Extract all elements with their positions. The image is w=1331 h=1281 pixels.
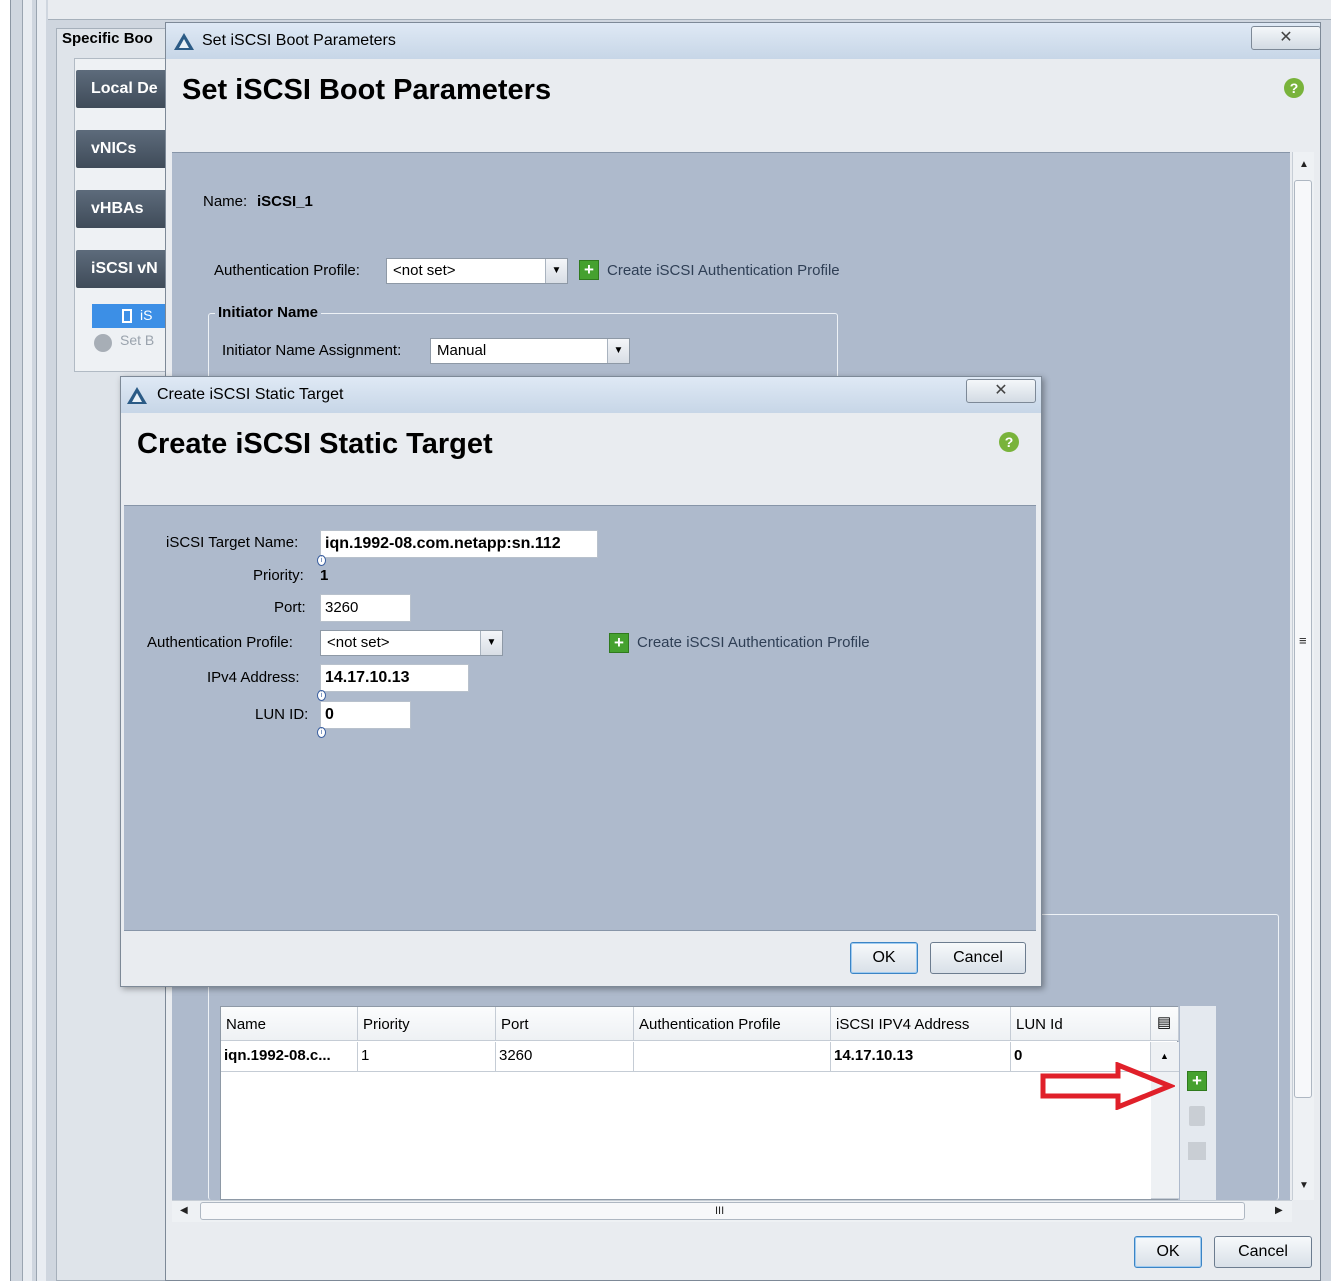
target-name-input[interactable]: iqn.1992-08.com.netapp:sn.112 [320, 530, 598, 558]
tree-item-label: Set B [120, 332, 155, 348]
auth-profile-label: Authentication Profile: [147, 634, 293, 651]
static-target-table: Name Priority Port Authentication Profil… [220, 1006, 1179, 1200]
auth-profile-label: Authentication Profile: [214, 262, 360, 279]
priority-value: 1 [320, 567, 329, 584]
specific-boot-legend: Specific Boo [62, 30, 153, 47]
tree-item-iscsi-selected[interactable]: iS [92, 304, 172, 328]
create-auth-profile-link[interactable]: Create iSCSI Authentication Profile [637, 634, 870, 651]
ipv4-input[interactable]: 14.17.10.13 [320, 664, 469, 692]
auth-profile-select[interactable]: <not set> ▼ [386, 258, 568, 284]
target-dialog-heading: Create iSCSI Static Target [137, 428, 493, 460]
add-target-icon[interactable]: + [1187, 1071, 1207, 1091]
port-label: Port: [274, 599, 306, 616]
target-ok-button[interactable]: OK [850, 942, 918, 974]
scroll-left-icon[interactable]: ◀ [180, 1205, 188, 1216]
ipv4-label: IPv4 Address: [207, 669, 300, 686]
dropdown-arrow-icon: ▼ [480, 631, 502, 655]
scroll-up-icon[interactable]: ▲ [1299, 159, 1309, 170]
initiator-name-legend: Initiator Name [215, 304, 322, 321]
boot-dialog-title: Set iSCSI Boot Parameters [202, 32, 396, 49]
close-icon[interactable]: ✕ [966, 379, 1036, 403]
table-cell[interactable]: 1 [358, 1042, 496, 1072]
vnic-icon [122, 309, 132, 323]
scroll-grip: III [715, 1205, 725, 1217]
column-header-lun[interactable]: LUN Id [1011, 1007, 1151, 1041]
name-value: iSCSI_1 [257, 193, 313, 210]
scroll-down-icon[interactable]: ▼ [1299, 1180, 1309, 1191]
column-header-name[interactable]: Name [221, 1007, 358, 1041]
target-auth-profile-value: <not set> [327, 634, 390, 651]
scroll-right-icon[interactable]: ▶ [1275, 1205, 1283, 1216]
target-dialog-titlebar[interactable]: Create iSCSI Static Target ✕ [121, 377, 1041, 413]
initiator-assignment-value: Manual [437, 342, 487, 359]
column-chooser-icon[interactable]: ▤ [1151, 1007, 1179, 1041]
target-dialog-title: Create iSCSI Static Target [157, 386, 344, 403]
boot-dialog-titlebar[interactable]: Set iSCSI Boot Parameters ✕ [166, 23, 1321, 59]
boot-dialog-heading: Set iSCSI Boot Parameters [182, 74, 552, 106]
initiator-assignment-label: Initiator Name Assignment: [222, 342, 402, 359]
delete-icon[interactable] [1189, 1106, 1205, 1126]
name-label: Name: [203, 193, 248, 210]
help-icon[interactable]: ? [999, 432, 1019, 452]
tree-item-label: iS [140, 307, 153, 323]
table-cell[interactable]: 14.17.10.13 [831, 1042, 1011, 1072]
required-marker-icon: i [317, 555, 326, 566]
dropdown-arrow-icon: ▼ [545, 259, 567, 283]
grip-icon: ≡ [1299, 633, 1307, 648]
priority-label: Priority: [253, 567, 304, 584]
app-logo-icon [127, 387, 147, 404]
required-marker-icon: i [317, 727, 326, 738]
table-tools-strip: + [1180, 1006, 1216, 1200]
target-auth-profile-select[interactable]: <not set> ▼ [320, 630, 503, 656]
column-header-ipv4[interactable]: iSCSI IPV4 Address [831, 1007, 1011, 1041]
column-header-priority[interactable]: Priority [358, 1007, 496, 1041]
column-header-auth-profile[interactable]: Authentication Profile [634, 1007, 831, 1041]
lun-id-label: LUN ID: [255, 706, 309, 723]
table-cell[interactable]: iqn.1992-08.c... [221, 1042, 358, 1072]
help-icon[interactable]: ? [1284, 78, 1304, 98]
table-cell[interactable] [634, 1042, 831, 1072]
boot-ok-button[interactable]: OK [1134, 1236, 1202, 1268]
target-name-label: iSCSI Target Name: [166, 534, 299, 551]
app-edge-stripe [36, 0, 46, 1281]
auth-profile-value: <not set> [393, 262, 456, 279]
required-marker-icon: i [317, 690, 326, 701]
red-arrow-annotation [1040, 1062, 1175, 1110]
add-icon[interactable]: + [579, 260, 599, 280]
tree-item-set-boot[interactable]: Set B [92, 332, 172, 354]
add-icon[interactable]: + [609, 633, 629, 653]
app-edge-stripe [22, 0, 32, 1281]
target-cancel-button[interactable]: Cancel [930, 942, 1026, 974]
initiator-assignment-select[interactable]: Manual ▼ [430, 338, 630, 364]
copy-icon[interactable] [1188, 1142, 1206, 1160]
boot-cancel-button[interactable]: Cancel [1214, 1236, 1312, 1268]
app-logo-icon [174, 33, 194, 50]
port-input[interactable]: 3260 [320, 594, 411, 622]
create-auth-profile-link[interactable]: Create iSCSI Authentication Profile [607, 262, 840, 279]
disabled-dot-icon [94, 334, 112, 352]
dropdown-arrow-icon: ▼ [607, 339, 629, 363]
lun-id-input[interactable]: 0 [320, 701, 411, 729]
column-header-port[interactable]: Port [496, 1007, 634, 1041]
table-cell[interactable]: 3260 [496, 1042, 634, 1072]
app-top-strip [48, 0, 1331, 20]
close-icon[interactable]: ✕ [1251, 26, 1321, 50]
